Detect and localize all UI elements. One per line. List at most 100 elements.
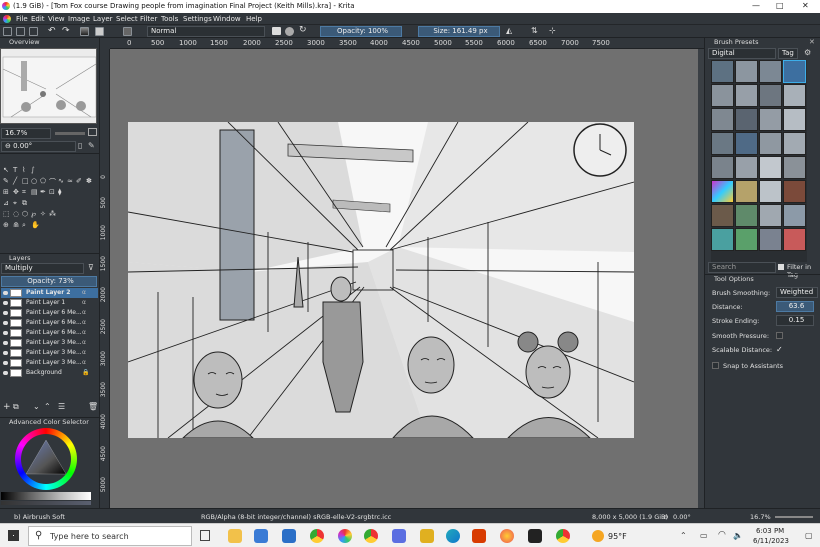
fill-gradient-icon[interactable]	[80, 27, 89, 36]
menu-edit[interactable]: Edit	[31, 15, 45, 23]
visibility-icon[interactable]	[3, 311, 8, 315]
assistant-tool-icon[interactable]: ⊿	[3, 199, 9, 207]
layer-row[interactable]: Paint Layer 2α	[1, 288, 98, 298]
magnetic-select-icon[interactable]: ⋒	[13, 221, 19, 229]
layer-filter-icon[interactable]: ⊽	[88, 263, 94, 272]
transform-tool-icon[interactable]: ⊞	[3, 188, 9, 196]
network-icon[interactable]: ▭	[700, 531, 708, 540]
alpha-lock-icon[interactable]: α	[82, 288, 86, 298]
brush-search-input[interactable]: Search	[708, 262, 776, 273]
dynamic-brush-icon[interactable]: ✐	[76, 177, 82, 185]
layer-row[interactable]: Paint Layer 3 Me... α	[1, 348, 98, 358]
layer-blend-mode-select[interactable]: Multiply	[1, 263, 84, 274]
brush-preset-tile[interactable]	[783, 108, 806, 131]
microsoft-store-icon[interactable]	[254, 529, 268, 543]
duplicate-layer-icon[interactable]: ⧉	[13, 402, 19, 412]
alpha-lock-icon[interactable]: α	[82, 318, 86, 328]
layer-opacity-slider[interactable]: Opacity: 73%	[1, 276, 97, 287]
zoom-slider-bar[interactable]	[775, 516, 813, 518]
clock-time[interactable]: 6:03 PM	[756, 527, 784, 535]
brush-preset-tile[interactable]	[735, 132, 758, 155]
calligraphy-icon[interactable]: ∫	[31, 166, 35, 174]
drawing-canvas[interactable]	[128, 122, 634, 438]
brush-preset-tile[interactable]	[711, 204, 734, 227]
dock-close-icon[interactable]: ✕	[809, 38, 815, 46]
snap-checkbox[interactable]	[712, 362, 719, 369]
select-shapes-icon[interactable]: ↖	[3, 166, 9, 174]
polyline-tool-icon[interactable]: ⌒	[49, 177, 56, 187]
brush-preset-tile[interactable]	[783, 204, 806, 227]
layer-row[interactable]: Paint Layer 3 Me... α	[1, 358, 98, 368]
move-layer-down-icon[interactable]: ⌄	[33, 402, 40, 411]
photos-icon[interactable]	[392, 529, 406, 543]
stroke-ending-slider[interactable]: 0.15	[776, 315, 814, 326]
alpha-lock-icon[interactable]: α	[82, 358, 86, 368]
system-tray-chevron-icon[interactable]: ⌃	[680, 531, 687, 540]
layer-menu-icon[interactable]: ☰	[58, 402, 65, 411]
color-picker-icon[interactable]: ✒	[40, 188, 46, 196]
undo-icon[interactable]: ↶	[48, 26, 56, 36]
canvas-viewport[interactable]	[110, 49, 704, 508]
color-wheel[interactable]	[15, 428, 77, 490]
bezier-select-icon[interactable]: ⊕	[3, 221, 9, 229]
clock-date[interactable]: 6/11/2023	[753, 537, 789, 545]
brush-preset-tile[interactable]	[735, 84, 758, 107]
brush-preset-tile[interactable]	[759, 84, 782, 107]
menu-settings[interactable]: Settings	[183, 15, 212, 23]
alpha-lock-icon[interactable]: α	[82, 308, 86, 318]
chrome-icon[interactable]	[310, 529, 324, 543]
menu-layer[interactable]: Layer	[93, 15, 113, 23]
brush-preset-tile[interactable]	[735, 180, 758, 203]
move-tool-icon[interactable]: ✥	[13, 188, 19, 196]
menu-image[interactable]: Image	[68, 15, 90, 23]
line-tool-icon[interactable]: ╱	[13, 177, 17, 185]
edge-icon[interactable]	[446, 529, 460, 543]
gradient-tool-icon[interactable]: ▤	[31, 188, 38, 196]
rectangle-tool-icon[interactable]: □	[22, 177, 29, 185]
visibility-icon[interactable]	[3, 291, 8, 295]
open-document-icon[interactable]	[16, 27, 25, 36]
alpha-lock-icon[interactable]: α	[82, 338, 86, 348]
polygon-select-icon[interactable]: ⬡	[22, 210, 28, 218]
brush-preset-tile[interactable]	[783, 228, 806, 251]
smart-patch-icon[interactable]: ⊡	[49, 188, 55, 196]
bezier-tool-icon[interactable]: ∿	[58, 177, 64, 185]
color-triangle[interactable]	[15, 428, 77, 490]
alpha-lock-icon[interactable]: α	[82, 348, 86, 358]
brush-tag-select[interactable]: Digital	[708, 48, 776, 59]
measure-tool-icon[interactable]: ⌖	[13, 199, 17, 208]
brush-preset-tile[interactable]	[783, 60, 806, 83]
tablet-app-icon[interactable]	[528, 529, 542, 543]
contiguous-select-icon[interactable]: ✧	[40, 210, 46, 218]
layer-row[interactable]: Background 🔒	[1, 368, 98, 378]
brush-preset-tile[interactable]	[711, 60, 734, 83]
brush-preset-icon[interactable]	[123, 27, 132, 36]
rotation-field[interactable]: ⊖ 0.00°	[1, 141, 76, 152]
distance-slider[interactable]: 63.6	[776, 301, 814, 312]
brush-preset-tile[interactable]	[711, 84, 734, 107]
mirror-view-icon[interactable]: ▯	[78, 141, 82, 150]
lock-icon[interactable]: 🔒	[82, 368, 89, 378]
eraser-icon[interactable]	[272, 27, 281, 35]
file-explorer-icon[interactable]	[228, 529, 242, 543]
fill-tool-icon[interactable]: ⧫	[58, 188, 61, 196]
menu-help[interactable]: Help	[246, 15, 262, 23]
move-layer-up-icon[interactable]: ⌃	[44, 402, 51, 411]
layer-row[interactable]: Paint Layer 3 Me... α	[1, 338, 98, 348]
filter-in-tag-checkbox[interactable]	[778, 264, 784, 270]
brush-preset-tile[interactable]	[735, 204, 758, 227]
brush-preset-tile[interactable]	[711, 180, 734, 203]
notifications-icon[interactable]: ▢	[805, 531, 813, 540]
brush-preset-tile[interactable]	[711, 132, 734, 155]
brush-preset-tile[interactable]	[783, 180, 806, 203]
brush-preset-tile[interactable]	[735, 156, 758, 179]
polygon-tool-icon[interactable]: ⬠	[40, 177, 46, 185]
zoom-tool-icon[interactable]: ⌕	[22, 221, 26, 230]
hue-bar[interactable]	[1, 501, 91, 505]
alpha-lock-icon[interactable]	[285, 27, 294, 36]
brush-preset-tile[interactable]	[759, 60, 782, 83]
delete-layer-icon[interactable]: 🗑	[88, 402, 98, 411]
menu-file[interactable]: File	[16, 15, 28, 23]
krita-icon[interactable]	[338, 529, 352, 543]
layer-row[interactable]: Paint Layer 6 Me... α	[1, 318, 98, 328]
